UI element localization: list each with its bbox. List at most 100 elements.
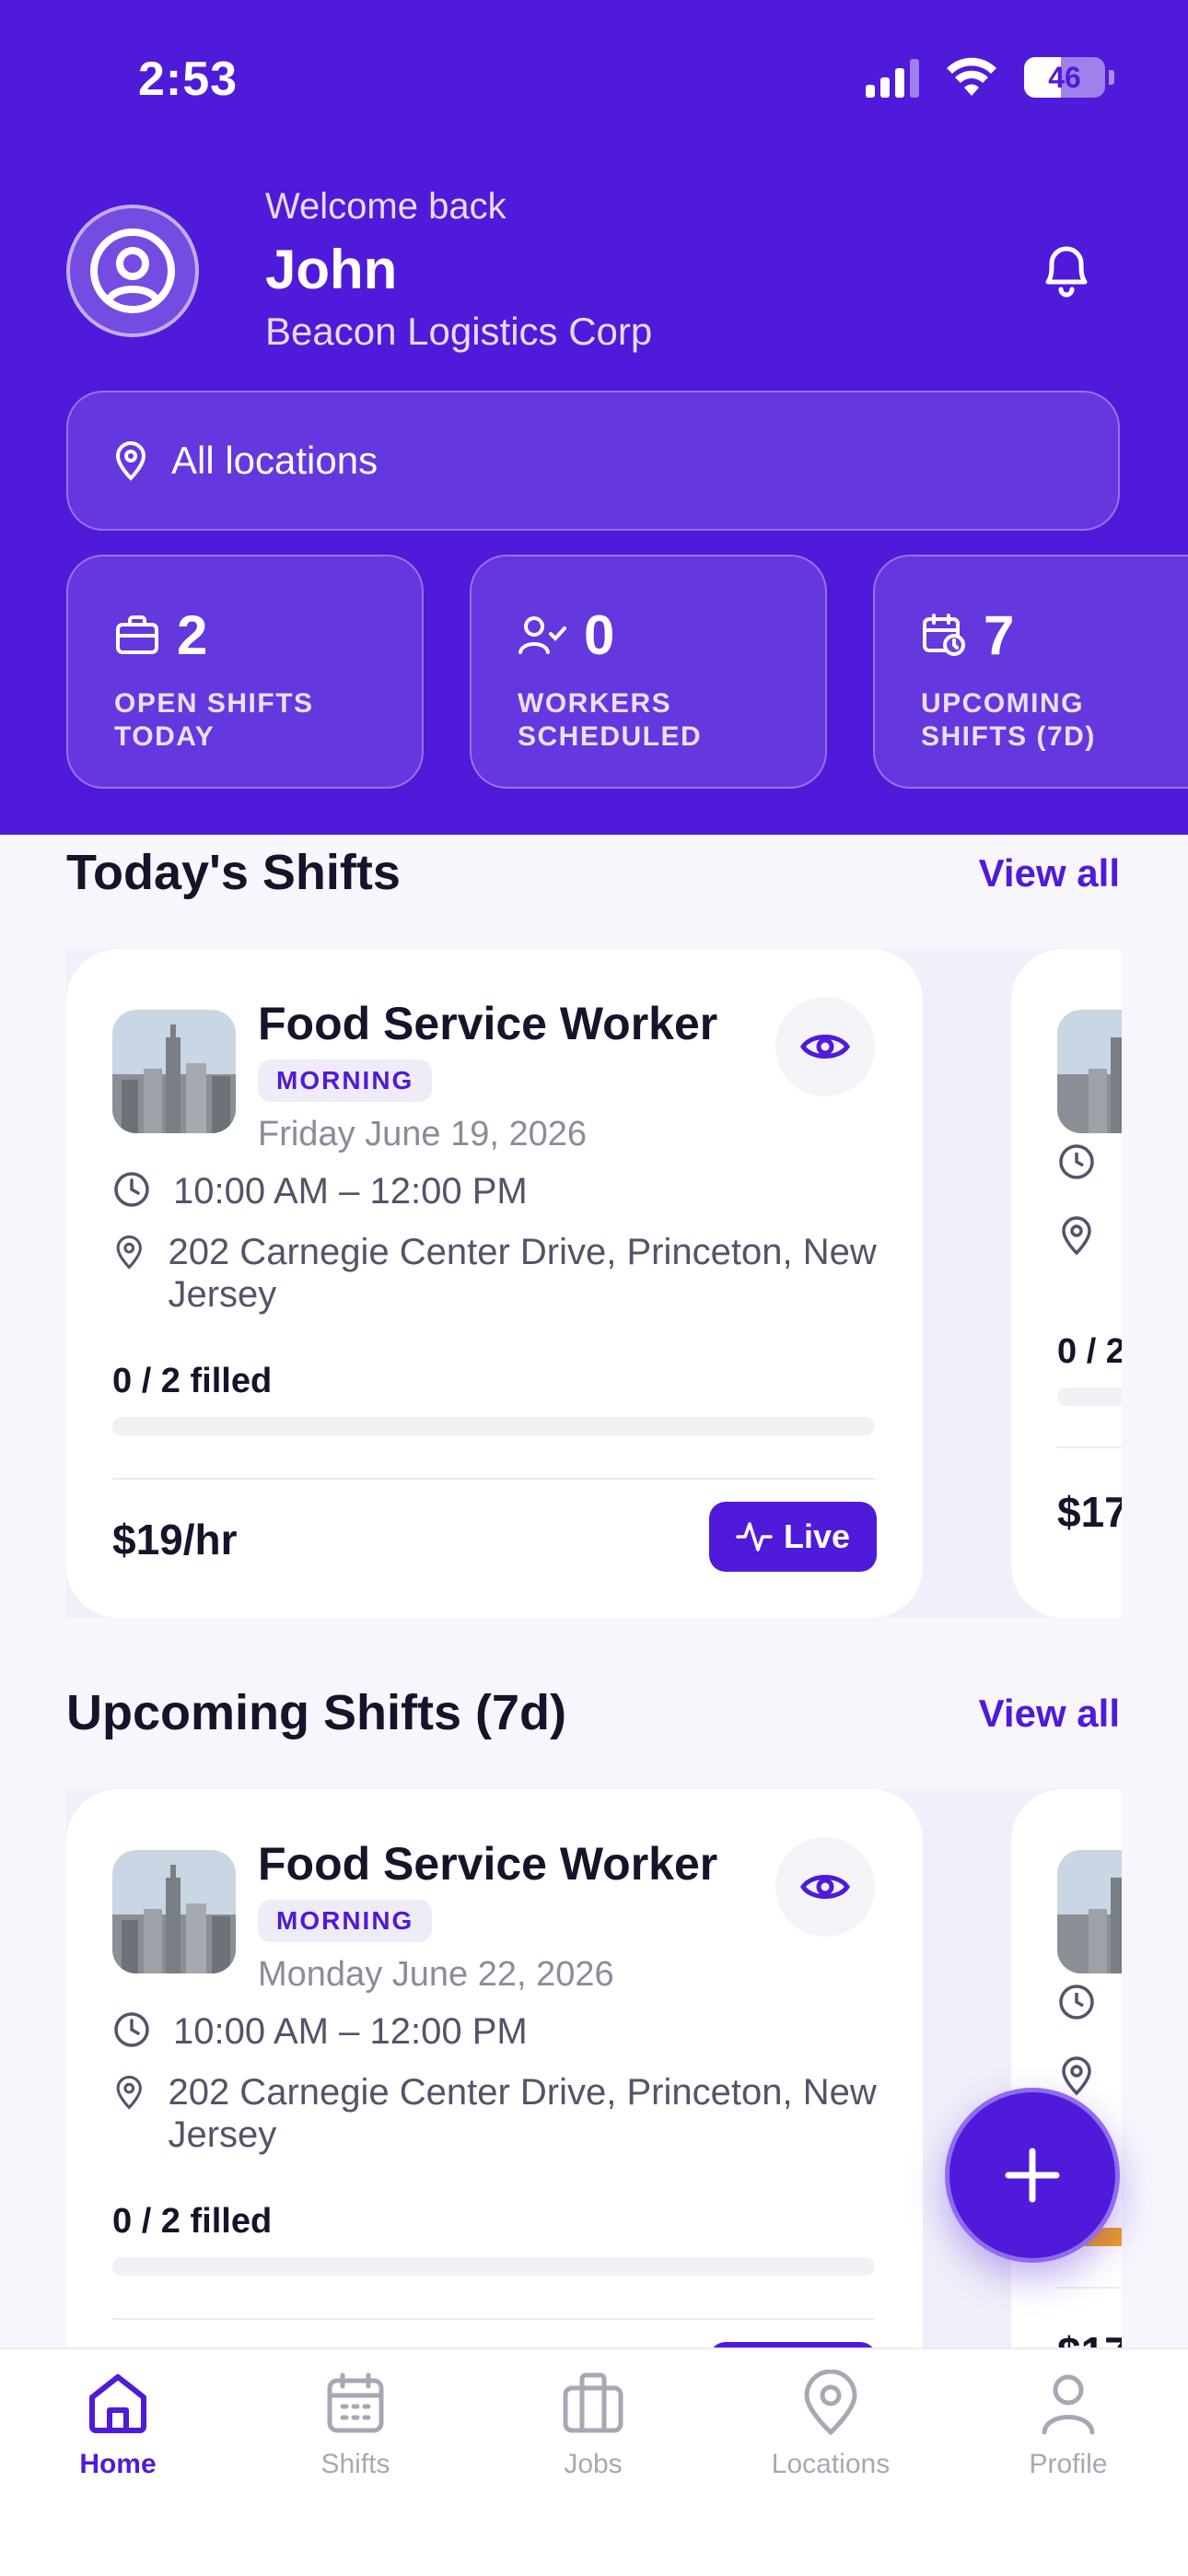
user-icon [1042,2374,1095,2435]
shift-address-row: 202 Carnegie Center Drive, Princeton, Ne… [112,1231,886,1316]
nav-jobs[interactable]: Jobs [483,2370,704,2480]
stat-label: WORKERS SCHEDULED [518,688,703,752]
live-status-label: Live [783,1517,851,1555]
user-name: John [265,239,398,300]
bottom-nav: Home Shifts Jobs Locations Profile [0,2348,1188,2576]
nav-label: Home [79,2449,157,2479]
briefcase-icon [563,2372,623,2433]
shift-title: Food Service Worker [258,1838,718,1890]
shift-fill-progress [112,1417,875,1435]
user-check-icon [518,616,566,654]
shift-address: 202 Carnegie Center Drive, Princeton, Ne… [168,2072,877,2155]
map-pin-icon [115,441,146,481]
add-shift-button[interactable] [945,2088,1120,2263]
clock-icon [114,2012,149,2047]
shift-address-row: 202 Carnegie Center Drive, Princeton, Ne… [112,2071,886,2156]
shift-time-row: 10:00 AM – 12:00 PM [112,2010,886,2053]
section-title-upcoming: Upcoming Shifts (7d) [66,1685,566,1740]
location-filter[interactable]: All locations [66,391,1120,531]
card-divider [1057,1446,1122,1448]
card-divider [112,2318,875,2320]
battery-level: 46 [1048,60,1081,94]
map-pin-icon [116,2075,142,2110]
welcome-text: Welcome back [265,186,507,227]
eye-icon [800,1875,850,1899]
map-pin-icon [1062,1216,1091,1256]
shift-title: Food Service Worker [258,998,718,1049]
stat-card-open-shifts[interactable]: 2 OPEN SHIFTS TODAY [66,555,424,789]
today-shifts-carousel[interactable]: Food Service Worker MORNING Friday June … [66,949,1122,1618]
shift-address: 202 Carnegie Center Drive, Princeton, Ne… [168,1232,877,1315]
eye-icon [800,1035,850,1059]
shift-card[interactable]: Food Service Worker MORNING Monday June … [66,1789,923,2348]
shift-time: 10:00 AM – 12:00 PM [173,1171,528,1212]
status-bar: 2:53 46 [0,0,1188,166]
stat-card-workers-scheduled[interactable]: 0 WORKERS SCHEDULED [470,555,827,789]
shift-date: Friday June 19, 2026 [258,1115,588,1153]
stat-value: 2 [177,603,208,666]
shift-period-badge: MORNING [258,1900,433,1942]
status-icons: 46 [866,57,1114,98]
nav-shifts[interactable]: Shifts [245,2370,466,2480]
nav-label: Profile [1029,2449,1108,2479]
view-all-today-link[interactable]: View all [979,851,1120,896]
activity-icon [736,1522,773,1551]
card-divider [112,1478,875,1480]
shift-rate: $19/hr [112,1516,238,1563]
shift-card[interactable]: Food Service Worker MORNING Friday June … [66,949,923,1618]
section-title-today: Today's Shifts [66,845,401,900]
nav-profile[interactable]: Profile [958,2370,1179,2480]
status-time: 2:53 [138,53,239,106]
clock-icon [1059,1144,1094,1179]
stat-value: 7 [984,603,1015,666]
calendar-clock-icon [923,614,965,656]
clock-icon [114,1172,149,1207]
nav-label: Shifts [320,2449,390,2479]
location-thumbnail [112,1010,236,1133]
company-name: Beacon Logistics Corp [265,310,653,353]
shift-fill-progress [112,2257,875,2276]
location-thumbnail [1057,1010,1122,1133]
shift-time-row: 10:00 AM – 12:00 PM [112,1170,886,1212]
clock-icon [1059,1985,1094,2020]
shift-rate: $17 [1057,1488,1122,1536]
map-pin-icon [1062,2056,1091,2096]
nav-label: Locations [771,2449,891,2479]
shift-date: Monday June 22, 2026 [258,1955,614,1994]
map-pin-icon [804,2370,857,2436]
shift-filled-count: 0 / 2 filled [112,2202,273,2241]
avatar[interactable] [66,205,199,337]
location-thumbnail [1057,1850,1122,1973]
location-filter-label: All locations [171,439,379,482]
notification-bell-icon[interactable] [1037,238,1096,300]
battery-icon: 46 [1024,57,1105,98]
shift-rate: $17 [1057,2327,1122,2348]
briefcase-icon [116,615,158,654]
home-icon [89,2374,146,2433]
stat-card-upcoming-shifts[interactable]: 7 UPCOMING SHIFTS (7D) [873,555,1188,789]
location-thumbnail [112,1850,236,1973]
view-shift-button[interactable] [775,997,875,1096]
card-divider [1057,2287,1122,2289]
shift-filled-count: 0 / 2 filled [112,1362,273,1400]
live-status-button[interactable]: Live [709,1502,877,1572]
header: 2:53 46 Welcome back John Beacon Logisti… [0,0,1188,835]
cellular-signal-icon [866,57,919,98]
stat-value: 0 [584,603,615,666]
stat-label: OPEN SHIFTS TODAY [114,688,314,752]
shift-card-peek[interactable]: 0 / 2 $17 [1011,949,1122,1618]
nav-home[interactable]: Home [7,2370,228,2480]
view-all-upcoming-link[interactable]: View all [979,1692,1120,1736]
view-shift-button[interactable] [775,1837,875,1937]
map-pin-icon [116,1235,142,1270]
shift-period-badge: MORNING [258,1060,433,1102]
user-circle-icon [90,228,175,313]
upcoming-shifts-carousel[interactable]: Food Service Worker MORNING Monday June … [66,1789,1122,2348]
shift-card-peek[interactable]: $17 [1011,1789,1122,2348]
stat-label: UPCOMING SHIFTS (7D) [921,688,1096,752]
nav-locations[interactable]: Locations [720,2370,941,2480]
shift-filled-count: 0 / 2 [1057,1332,1122,1371]
calendar-icon [327,2372,384,2433]
plus-icon [1005,2148,1060,2203]
nav-label: Jobs [564,2449,623,2479]
